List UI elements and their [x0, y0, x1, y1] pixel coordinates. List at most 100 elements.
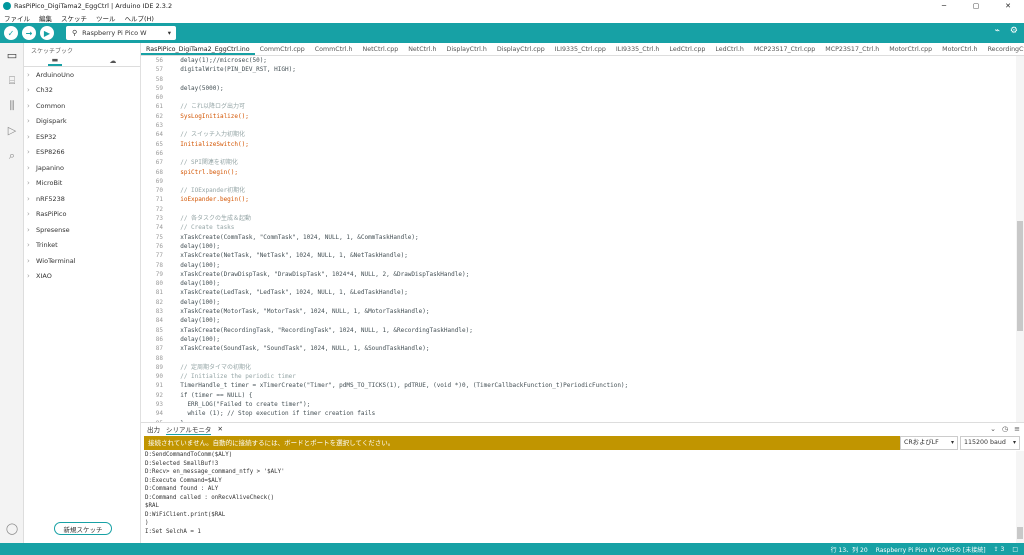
clear-output-icon[interactable]: ≡: [1014, 425, 1020, 433]
account-icon[interactable]: ◯: [0, 516, 24, 541]
new-sketch-button[interactable]: 新規スケッチ: [54, 522, 112, 535]
file-tab[interactable]: CommCtrl.h: [310, 43, 358, 55]
sidebar-folder-item[interactable]: › Ch32: [24, 83, 140, 99]
notifications-count[interactable]: ⇪ 3: [994, 546, 1005, 553]
sidebar-folder-item[interactable]: › nRF5238: [24, 191, 140, 207]
line-number: 75: [155, 233, 163, 241]
editor-scrollbar[interactable]: [1016, 56, 1024, 422]
cursor-position[interactable]: 行 13、列 20: [831, 545, 868, 554]
menu-tools[interactable]: ツール: [96, 13, 116, 23]
search-icon[interactable]: ⌕: [0, 143, 24, 168]
serial-scrollbar[interactable]: [1016, 451, 1024, 543]
sidebar-folder-item[interactable]: › XIAO: [24, 269, 140, 285]
file-tab[interactable]: LedCtrl.cpp: [664, 43, 710, 55]
local-sketchbook-tab-icon[interactable]: ▬: [47, 56, 63, 66]
editor-scroll-thumb[interactable]: [1017, 221, 1023, 331]
chevron-right-icon: ›: [27, 70, 30, 79]
line-number: 85: [155, 326, 163, 334]
code-line: 74 // Create tasks: [141, 223, 1016, 232]
file-tab[interactable]: ILI9335_Ctrl.cpp: [550, 43, 611, 55]
line-number: 83: [155, 308, 163, 316]
sidebar-folder-item[interactable]: › Trinket: [24, 238, 140, 254]
library-manager-icon[interactable]: ⫼: [0, 93, 24, 118]
sidebar-folder-label: RasPiPico: [36, 210, 67, 219]
sidebar-folder-item[interactable]: › Digispark: [24, 114, 140, 130]
line-number: 78: [155, 261, 163, 269]
menu-help[interactable]: ヘルプ(H): [125, 13, 154, 23]
file-tab[interactable]: RecordingCtrl.cpp: [983, 43, 1024, 55]
chevron-right-icon: ›: [27, 148, 30, 157]
debug-button[interactable]: ▶: [40, 26, 54, 40]
debug-icon[interactable]: ▷: [0, 118, 24, 143]
upload-button[interactable]: →: [22, 26, 36, 40]
baud-rate-select[interactable]: 115200 baud ▾: [960, 436, 1020, 450]
code-line: 82 delay(100);: [141, 298, 1016, 307]
code-text: // 各タスクの生成＆起動: [173, 215, 252, 223]
chevron-down-icon: ▾: [1012, 439, 1016, 446]
file-tab[interactable]: LedCtrl.h: [710, 43, 748, 55]
file-tab[interactable]: NetCtrl.h: [403, 43, 441, 55]
code-line: 76 delay(100);: [141, 242, 1016, 251]
line-number: 79: [155, 270, 163, 278]
file-tab[interactable]: DisplayCtrl.cpp: [492, 43, 550, 55]
line-number: 82: [155, 298, 163, 306]
file-tab[interactable]: RasPiPico_DigiTama2_EggCtrl.ino: [141, 43, 255, 55]
sidebar-folder-item[interactable]: › Common: [24, 98, 140, 114]
sidebar-folder-item[interactable]: › ArduinoUno: [24, 67, 140, 83]
minimize-button[interactable]: ─: [928, 0, 960, 12]
file-tab[interactable]: DisplayCtrl.h: [441, 43, 491, 55]
serial-monitor-icon[interactable]: ⚙: [1010, 26, 1018, 36]
sidebar-folder-item[interactable]: › ESP32: [24, 129, 140, 145]
sidebar-folder-item[interactable]: › ESP8266: [24, 145, 140, 161]
line-number: 68: [155, 168, 163, 176]
tab-output[interactable]: 出力: [147, 424, 160, 434]
code-line: 57 digitalWrite(PIN_DEV_RST, HIGH);: [141, 65, 1016, 74]
sidebar-folder-item[interactable]: › WioTerminal: [24, 253, 140, 269]
chevron-right-icon: ›: [27, 132, 30, 141]
menu-file[interactable]: ファイル: [4, 13, 30, 23]
code-line: 66: [141, 149, 1016, 158]
close-button[interactable]: ✕: [992, 0, 1024, 12]
board-port-status[interactable]: Raspberry Pi Pico W COM5の [未接続]: [876, 545, 986, 554]
toggle-autoscroll-icon[interactable]: ⌄: [990, 425, 996, 433]
serial-scroll-thumb[interactable]: [1017, 527, 1023, 539]
sidebar-folder-item[interactable]: › RasPiPico: [24, 207, 140, 223]
line-ending-select[interactable]: CRおよびLF ▾: [900, 436, 958, 450]
code-line: 77 xTaskCreate(NetTask, "NetTask", 1024,…: [141, 251, 1016, 260]
boards-manager-icon[interactable]: ⌸: [0, 68, 24, 93]
chevron-right-icon: ›: [27, 117, 30, 126]
maximize-button[interactable]: ▢: [960, 0, 992, 12]
tab-serial-monitor[interactable]: シリアルモニタ: [166, 424, 212, 435]
chevron-right-icon: ›: [27, 101, 30, 110]
sidebar-folder-item[interactable]: › Spresense: [24, 222, 140, 238]
file-tab[interactable]: MotorCtrl.cpp: [884, 43, 937, 55]
file-tab[interactable]: MCP23S17_Ctrl.h: [820, 43, 884, 55]
menu-sketch[interactable]: スケッチ: [61, 13, 87, 23]
verify-button[interactable]: ✓: [4, 26, 18, 40]
board-selector[interactable]: ⚲ Raspberry Pi Pico W ▾: [66, 26, 176, 40]
code-text: // Create tasks: [173, 224, 235, 232]
file-tab[interactable]: MotorCtrl.h: [937, 43, 982, 55]
code-text: delay(100);: [173, 242, 220, 250]
code-line: 85 xTaskCreate(RecordingTask, "Recording…: [141, 326, 1016, 335]
sidebar-folder-item[interactable]: › Japanino: [24, 160, 140, 176]
sidebar-folder-item[interactable]: › MicroBit: [24, 176, 140, 192]
file-tab[interactable]: MCP23S17_Ctrl.cpp: [749, 43, 820, 55]
file-tab[interactable]: NetCtrl.cpp: [358, 43, 404, 55]
toggle-panel-icon[interactable]: □: [1012, 546, 1018, 553]
file-tab[interactable]: CommCtrl.cpp: [255, 43, 310, 55]
menu-bar: ファイル 編集 スケッチ ツール ヘルプ(H): [0, 12, 1024, 23]
menu-edit[interactable]: 編集: [39, 13, 52, 23]
file-tab[interactable]: ILI9335_Ctrl.h: [611, 43, 665, 55]
code-line: 69: [141, 177, 1016, 186]
line-number: 67: [155, 159, 163, 167]
serial-plotter-icon[interactable]: ⌁: [995, 26, 1000, 36]
line-number: 65: [155, 140, 163, 148]
code-line: 79 xTaskCreate(DrawDispTask, "DrawDispTa…: [141, 270, 1016, 279]
code-editor[interactable]: 56 delay(1);//microsec(50); 57 digitalWri…: [141, 56, 1016, 422]
close-serial-tab-icon[interactable]: ✕: [217, 425, 222, 433]
line-number: 90: [155, 373, 163, 381]
timestamp-icon[interactable]: ◷: [1002, 425, 1008, 433]
sketchbook-icon[interactable]: ▭: [0, 43, 24, 68]
cloud-sketchbook-tab-icon[interactable]: ☁: [109, 57, 116, 65]
